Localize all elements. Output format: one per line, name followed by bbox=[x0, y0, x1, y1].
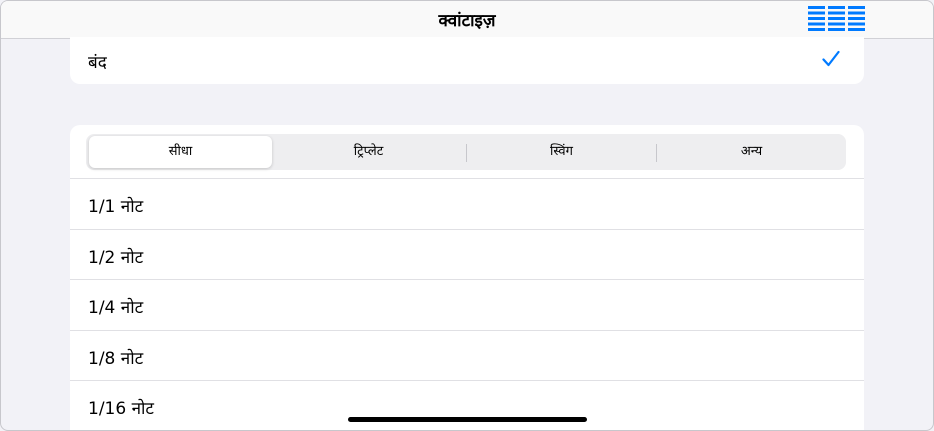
list-item-label: 1/2 नोट bbox=[88, 248, 144, 268]
list-item-sixteenth-note[interactable]: 1/16 नोट bbox=[70, 381, 864, 430]
list-item-label: 1/16 नोट bbox=[88, 399, 154, 419]
segment-straight[interactable]: सीधा bbox=[89, 136, 272, 168]
off-option-row[interactable]: बंद bbox=[70, 37, 864, 84]
list-item-label: 1/4 नोट bbox=[88, 298, 144, 318]
list-item-half-note[interactable]: 1/2 नोट bbox=[70, 230, 864, 280]
checkmark-icon bbox=[822, 50, 840, 67]
off-option-label: बंद bbox=[88, 53, 107, 73]
list-item-eighth-note[interactable]: 1/8 नोट bbox=[70, 331, 864, 381]
home-indicator[interactable] bbox=[348, 417, 587, 422]
list-item-whole-note[interactable]: 1/1 नोट bbox=[70, 179, 864, 229]
list-item-quarter-note[interactable]: 1/4 नोट bbox=[70, 280, 864, 330]
page-title: क्वांटाइज़ bbox=[438, 11, 496, 31]
grid-list-icon[interactable] bbox=[808, 6, 865, 31]
segment-swing[interactable]: स्विंग bbox=[467, 136, 656, 168]
list-item-label: 1/8 नोट bbox=[88, 349, 144, 369]
navigation-bar: क्वांटाइज़ bbox=[1, 1, 933, 39]
list-item-label: 1/1 नोट bbox=[88, 197, 144, 217]
segment-triplet[interactable]: ट्रिप्लेट bbox=[276, 136, 461, 168]
note-value-card: सीधा ट्रिप्लेट स्विंग अन्य 1/1 नोट 1/2 न… bbox=[70, 125, 864, 430]
quantize-panel: क्वांटाइज़ बंद सीधा ट्रिप्लेट स्विंग अन्… bbox=[0, 0, 934, 431]
segment-other[interactable]: अन्य bbox=[657, 136, 846, 168]
quantize-type-segmented-control: सीधा ट्रिप्लेट स्विंग अन्य bbox=[86, 134, 846, 170]
